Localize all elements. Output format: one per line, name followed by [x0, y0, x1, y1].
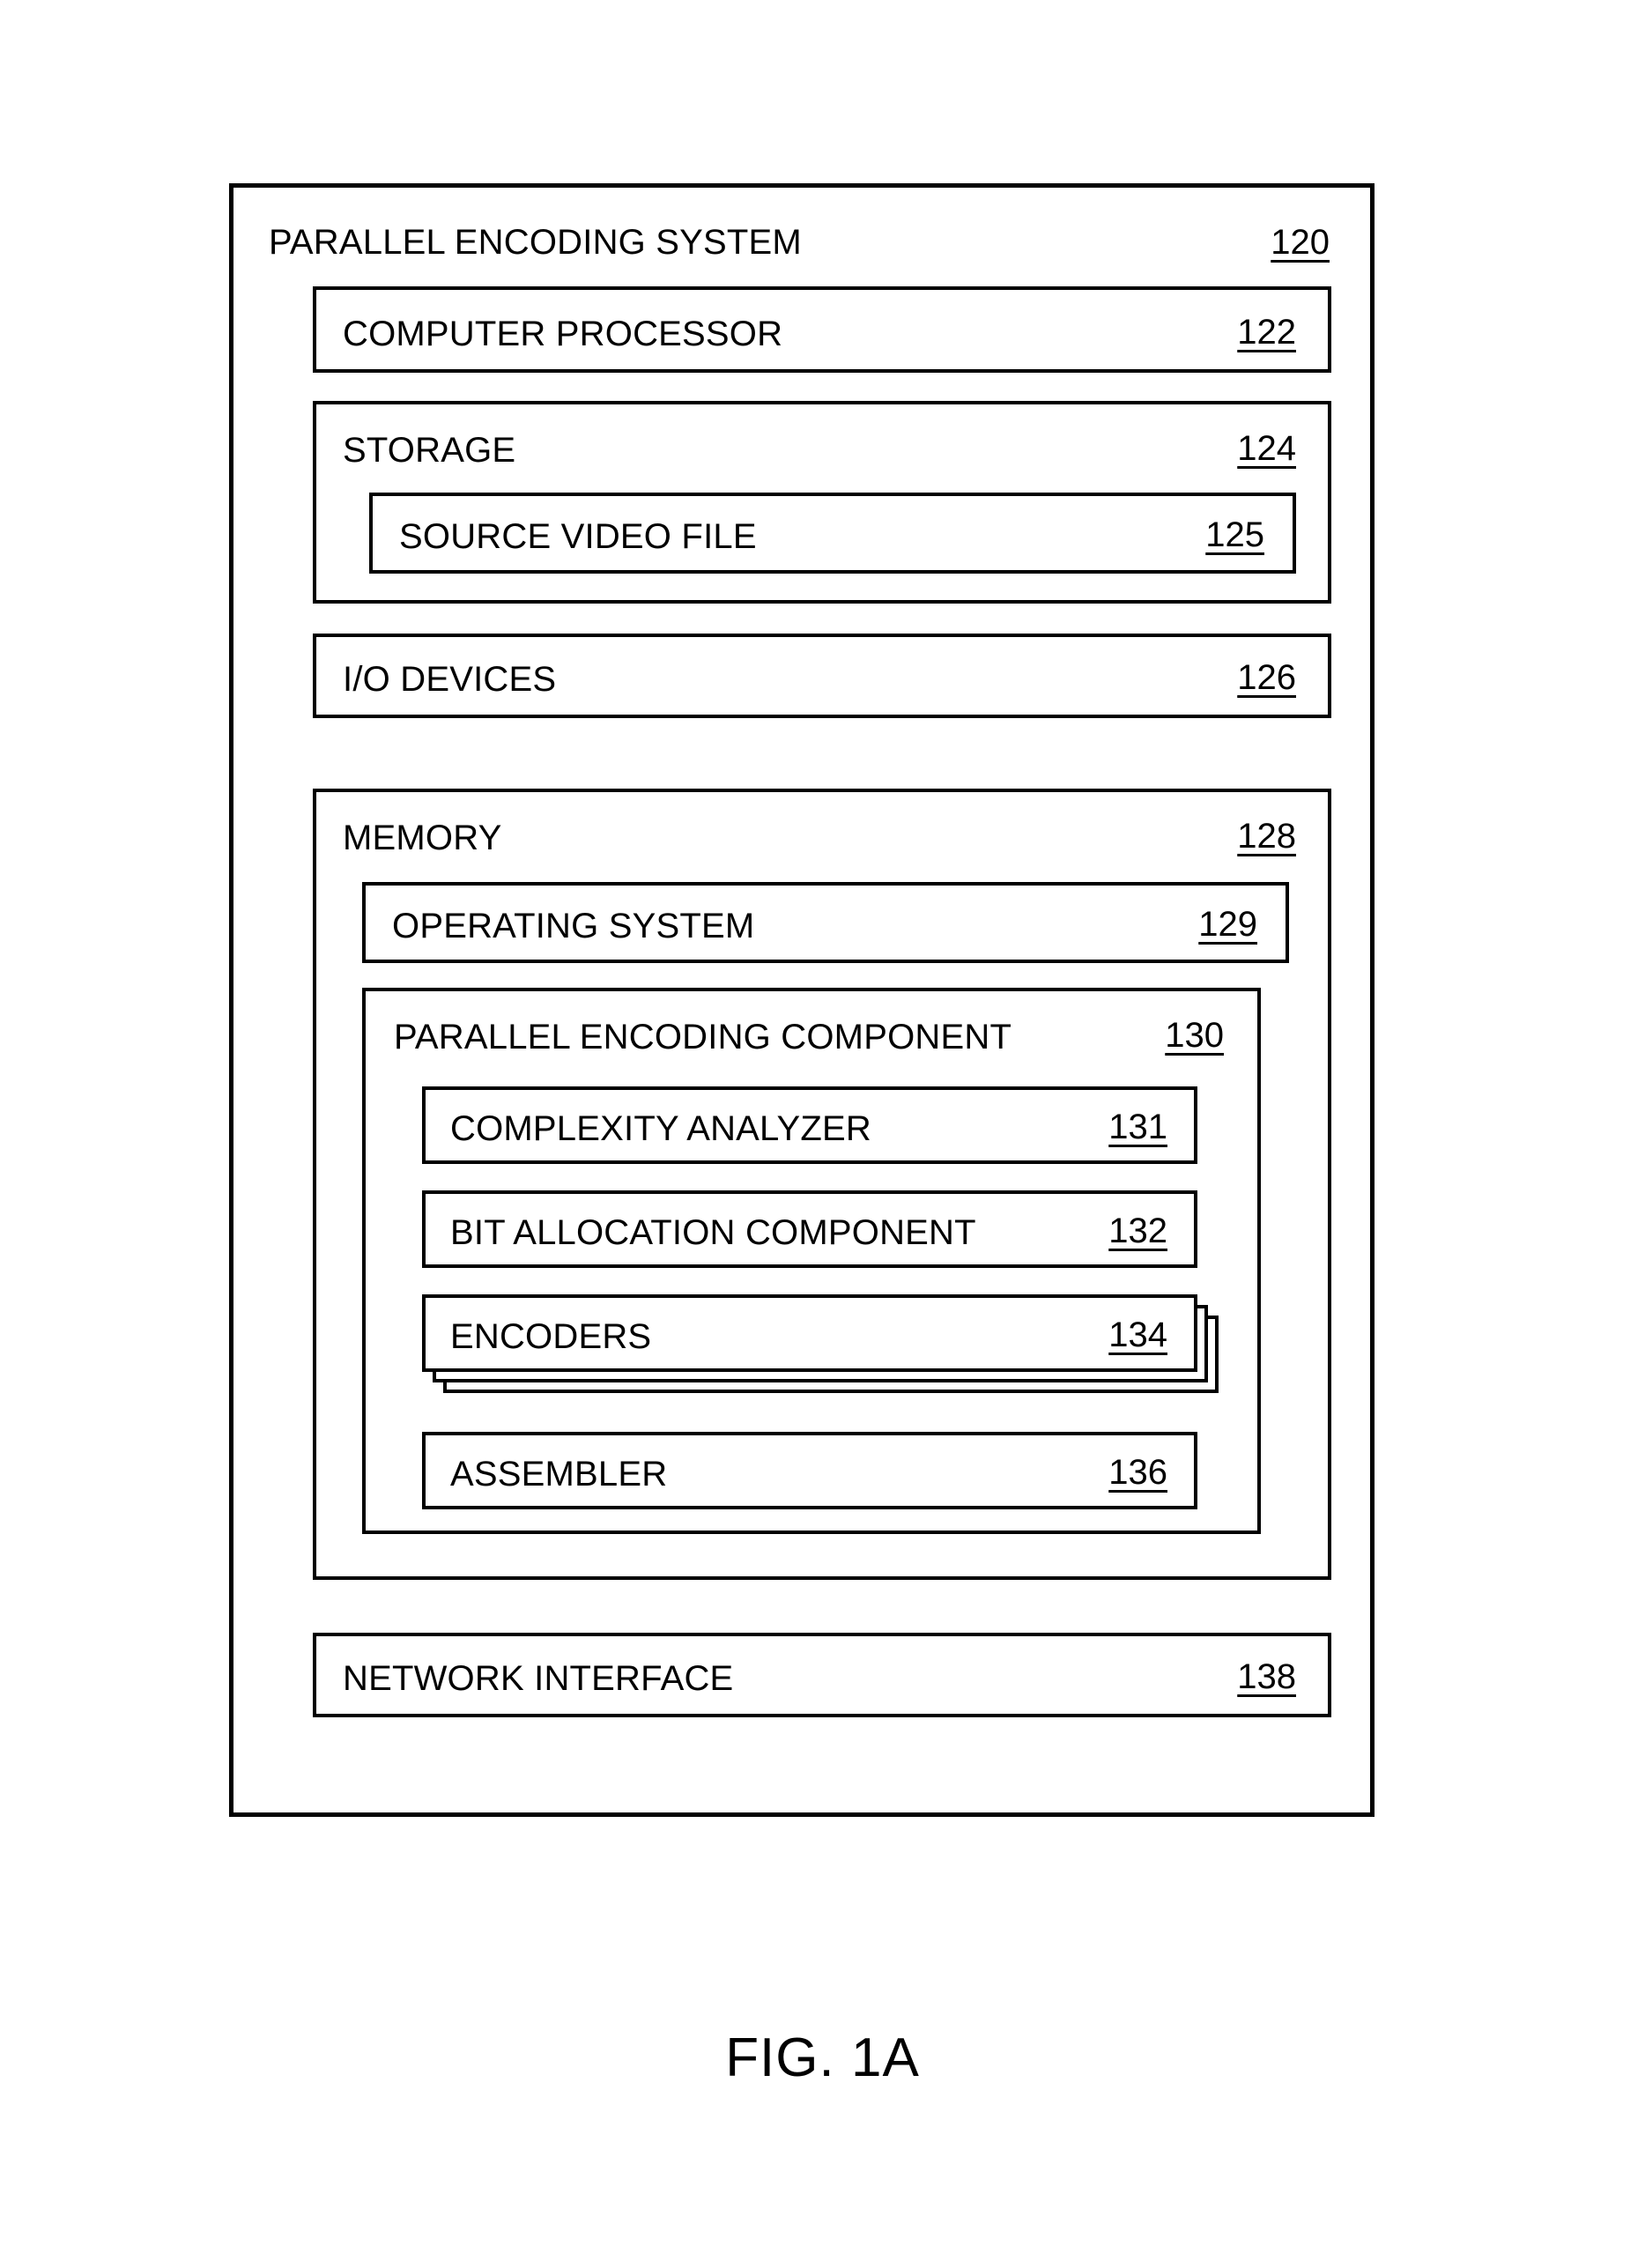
storage-box: STORAGE 124 SOURCE VIDEO FILE 125	[313, 401, 1331, 604]
complexity-analyzer-label: COMPLEXITY ANALYZER	[450, 1109, 872, 1148]
complexity-analyzer-ref: 131	[1108, 1108, 1167, 1146]
assembler-box: ASSEMBLER 136	[422, 1432, 1197, 1509]
source-video-file-box: SOURCE VIDEO FILE 125	[369, 493, 1296, 574]
source-video-file-label: SOURCE VIDEO FILE	[399, 517, 757, 556]
io-devices-box: I/O DEVICES 126	[313, 634, 1331, 718]
parallel-encoding-component-label: PARALLEL ENCODING COMPONENT	[394, 1018, 1012, 1056]
encoders-ref: 134	[1108, 1316, 1167, 1354]
io-devices-label: I/O DEVICES	[343, 660, 557, 699]
source-video-file-ref: 125	[1205, 515, 1264, 554]
bit-allocation-component-box: BIT ALLOCATION COMPONENT 132	[422, 1190, 1197, 1268]
operating-system-label: OPERATING SYSTEM	[392, 907, 755, 945]
encoders-box: ENCODERS 134	[422, 1294, 1197, 1372]
assembler-ref: 136	[1108, 1453, 1167, 1492]
memory-ref: 128	[1237, 817, 1296, 856]
parallel-encoding-system-label: PARALLEL ENCODING SYSTEM	[269, 223, 802, 262]
complexity-analyzer-box: COMPLEXITY ANALYZER 131	[422, 1086, 1197, 1164]
network-interface-ref: 138	[1237, 1657, 1296, 1696]
bit-allocation-component-ref: 132	[1108, 1212, 1167, 1250]
network-interface-box: NETWORK INTERFACE 138	[313, 1633, 1331, 1717]
computer-processor-box: COMPUTER PROCESSOR 122	[313, 286, 1331, 373]
parallel-encoding-component-box: PARALLEL ENCODING COMPONENT 130 COMPLEXI…	[362, 988, 1261, 1534]
operating-system-ref: 129	[1198, 905, 1257, 944]
memory-label: MEMORY	[343, 819, 502, 857]
storage-ref: 124	[1237, 429, 1296, 468]
computer-processor-ref: 122	[1237, 313, 1296, 352]
assembler-label: ASSEMBLER	[450, 1455, 668, 1493]
memory-box: MEMORY 128 OPERATING SYSTEM 129 PARALLEL…	[313, 789, 1331, 1580]
io-devices-ref: 126	[1237, 658, 1296, 697]
encoders-label: ENCODERS	[450, 1317, 652, 1356]
bit-allocation-component-label: BIT ALLOCATION COMPONENT	[450, 1213, 976, 1252]
parallel-encoding-system-ref: 120	[1271, 223, 1330, 262]
parallel-encoding-system-box: PARALLEL ENCODING SYSTEM 120 COMPUTER PR…	[229, 183, 1375, 1817]
parallel-encoding-component-ref: 130	[1165, 1016, 1224, 1055]
computer-processor-label: COMPUTER PROCESSOR	[343, 315, 783, 353]
storage-label: STORAGE	[343, 431, 516, 470]
operating-system-box: OPERATING SYSTEM 129	[362, 882, 1289, 963]
figure-caption: FIG. 1A	[725, 2027, 920, 2088]
network-interface-label: NETWORK INTERFACE	[343, 1659, 734, 1698]
